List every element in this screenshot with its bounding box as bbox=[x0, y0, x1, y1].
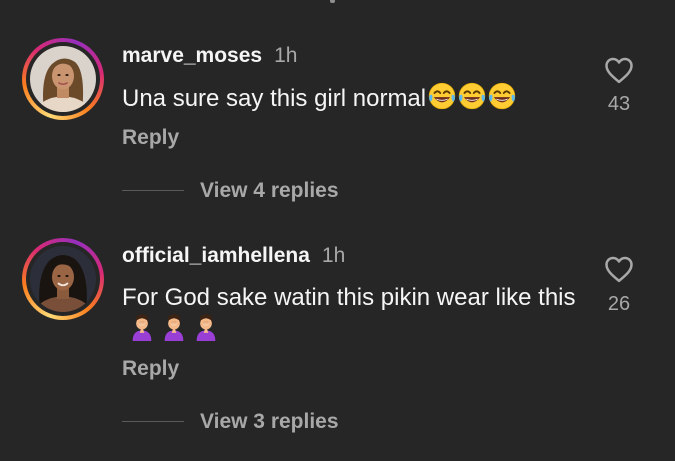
avatar[interactable] bbox=[22, 238, 104, 320]
laugh-cry-emoji-icon bbox=[488, 82, 516, 118]
facepalm-emoji-icon bbox=[192, 313, 220, 349]
replies-divider bbox=[122, 421, 184, 422]
like-count: 26 bbox=[607, 293, 631, 315]
facepalm-emoji-icon bbox=[128, 313, 156, 349]
comment-body: Una sure say this girl normal bbox=[122, 85, 427, 112]
laugh-cry-emoji-icon bbox=[428, 82, 456, 118]
facepalm-emoji-icon bbox=[160, 313, 188, 349]
avatar-photo bbox=[30, 46, 96, 112]
laugh-cry-emoji-icon bbox=[458, 82, 486, 118]
comment-text: For God sake watin this pikin wear like … bbox=[122, 283, 582, 349]
comment-username[interactable]: official_iamhellena bbox=[122, 244, 310, 267]
avatar-photo bbox=[30, 246, 96, 312]
heart-icon[interactable] bbox=[604, 255, 634, 283]
comment-time: 1h bbox=[274, 44, 298, 67]
scroll-indicator bbox=[330, 0, 335, 3]
reply-button[interactable]: Reply bbox=[122, 126, 179, 150]
like-count: 43 bbox=[607, 93, 631, 115]
comment-body: For God sake watin this pikin wear like … bbox=[122, 284, 576, 311]
comment-username[interactable]: marve_moses bbox=[122, 44, 262, 67]
reply-button[interactable]: Reply bbox=[122, 357, 179, 381]
view-replies-button[interactable]: View 3 replies bbox=[200, 410, 339, 434]
avatar[interactable] bbox=[22, 38, 104, 120]
heart-icon[interactable] bbox=[604, 56, 634, 84]
comment-time: 1h bbox=[321, 244, 346, 267]
replies-divider bbox=[122, 190, 184, 191]
view-replies-button[interactable]: View 4 replies bbox=[200, 179, 339, 203]
comment-text: Una sure say this girl normal bbox=[122, 82, 582, 118]
